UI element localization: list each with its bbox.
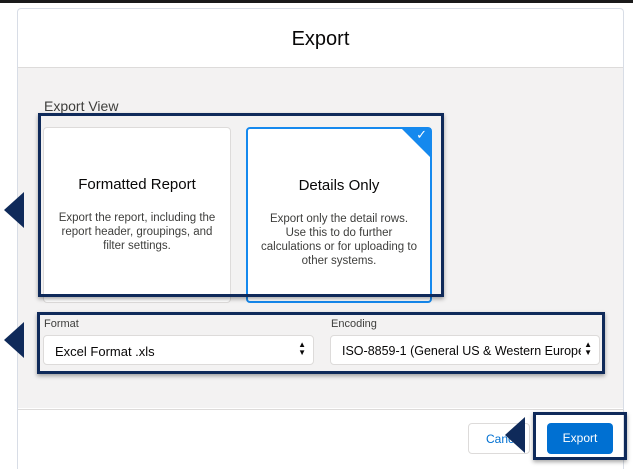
formatted-report-option[interactable]: Formatted Report Export the report, incl… [43, 127, 231, 303]
export-modal: Export Export View Formatted Report Expo… [17, 8, 624, 470]
up-down-arrows-icon: ▲ ▼ [298, 340, 306, 357]
checkmark-icon: ✓ [416, 127, 427, 142]
format-value: Excel Format .xls [55, 344, 155, 359]
format-label: Format [44, 318, 79, 330]
format-select[interactable]: Excel Format .xls ▲ ▼ [43, 335, 314, 365]
pointer-arrow-icon [505, 417, 525, 453]
pointer-arrow-icon [4, 192, 24, 228]
pointer-arrow-icon [4, 322, 24, 358]
details-only-option[interactable]: ✓ Details Only Export only the detail ro… [246, 127, 432, 303]
option-description: Export only the detail rows. Use this to… [261, 213, 417, 267]
option-title: Details Only [298, 177, 380, 194]
encoding-select[interactable]: ISO-8859-1 (General US & Western Europe … [330, 335, 600, 365]
encoding-value: ISO-8859-1 (General US & Western Europe [342, 344, 585, 358]
modal-header: Export [18, 9, 623, 68]
option-description: Export the report, including the report … [58, 212, 216, 252]
top-border [0, 0, 633, 3]
export-button[interactable]: Export [547, 423, 613, 454]
option-title: Formatted Report [78, 176, 196, 193]
up-down-arrows-icon: ▲ ▼ [581, 341, 592, 357]
export-view-label: Export View [44, 98, 119, 114]
modal-title: Export [291, 28, 350, 50]
encoding-label: Encoding [331, 318, 377, 330]
